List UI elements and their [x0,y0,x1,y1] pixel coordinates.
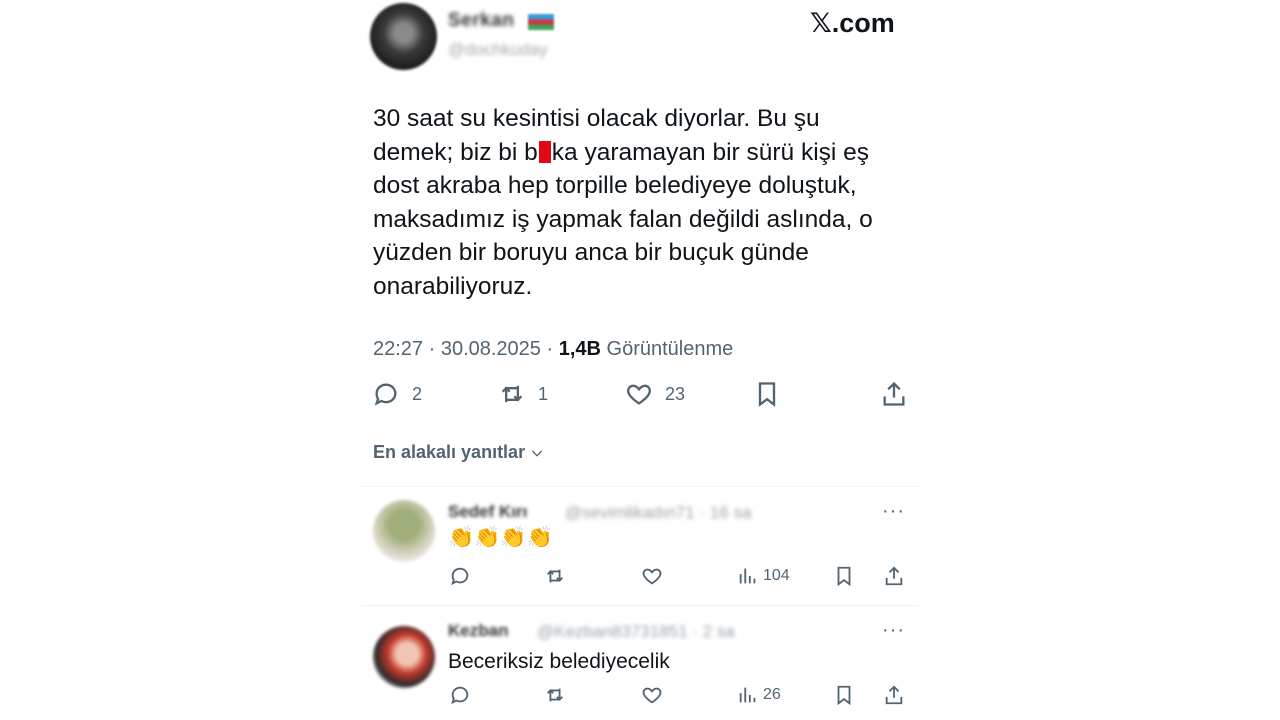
views-count: 104 [763,567,790,584]
reply-actions: 26 [360,684,920,710]
tweet-meta: 22:27 · 30.08.2025 · 1,4B Görüntülenme [373,338,733,361]
reply-button[interactable] [449,684,471,706]
censor-mark [538,140,551,163]
share-icon [883,381,905,406]
reply-count: 2 [412,383,423,404]
share-icon [885,566,903,586]
share-icon [885,685,903,705]
repost-button[interactable] [544,565,566,587]
heart-icon [627,384,651,405]
divider [362,605,918,606]
views-count: 1,4B [558,338,601,360]
tweet-timestamp[interactable]: 22:27 · 30.08.2025 · [373,338,559,360]
divider [362,486,918,487]
azerbaijan-flag-icon [528,14,554,30]
reply-author-handle[interactable]: @Kezban83731851 · 2 sa [537,622,735,642]
reply-sort-label: En alakalı yanıtlar [373,442,526,462]
bookmark-button[interactable] [753,380,781,408]
views-count: 26 [763,686,781,703]
views-label: Görüntülenme [606,338,734,360]
reply-author-handle[interactable]: @sevimlikadın71 · 16 sa [565,503,751,523]
x-logo: 𝕏.com [810,8,895,38]
reply-text: 👏👏👏👏 [448,526,553,549]
author-display-name[interactable]: Serkan [448,10,514,32]
reply-avatar[interactable] [373,626,435,688]
heart-icon [642,568,662,585]
reply-sort-dropdown[interactable]: En alakalı yanıtlar [373,442,545,463]
repost-button[interactable] [544,684,566,706]
bookmark-icon [837,685,851,706]
reply-author-name[interactable]: Kezban [448,621,508,641]
repost-icon [501,385,523,403]
repost-button[interactable]: 1 [498,380,548,408]
reply-avatar[interactable] [373,500,435,562]
share-button[interactable] [883,684,905,706]
author-avatar[interactable] [370,3,437,70]
repost-icon [547,688,563,702]
views-button[interactable]: 104 [737,565,790,587]
reply-icon [451,686,469,705]
tweet-actions: 2 1 23 [360,380,920,416]
reply-author-name[interactable]: Sedef Kırı [448,502,527,522]
chevron-down-icon [531,450,543,457]
heart-icon [642,687,662,704]
bookmark-icon [837,566,851,587]
repost-icon [547,569,563,583]
analytics-icon [739,687,756,703]
repost-count: 1 [538,383,549,404]
more-options-button[interactable]: ··· [882,500,905,523]
like-button[interactable] [641,565,663,587]
like-button[interactable] [641,684,663,706]
reply-text: Beceriksiz belediyecelik [448,650,670,673]
bookmark-icon [758,382,776,407]
reply-icon [451,567,469,586]
author-handle[interactable]: @dochkuday [448,40,548,60]
like-button[interactable]: 23 [625,380,685,408]
reply-icon [374,383,397,406]
bookmark-button[interactable] [833,684,855,706]
analytics-icon [739,568,756,584]
reply-actions: 104 [360,565,920,591]
reply-button[interactable]: 2 [372,380,422,408]
like-count: 23 [665,383,686,404]
bookmark-button[interactable] [833,565,855,587]
more-options-button[interactable]: ··· [882,619,905,642]
share-button[interactable] [883,565,905,587]
tweet-text: 30 saat su kesintisi olacak diyorlar. Bu… [373,102,893,304]
tweet-column: Serkan @dochkuday 𝕏.com 30 saat su kesin… [360,0,920,720]
views-button[interactable]: 26 [737,684,781,706]
share-button[interactable] [880,380,908,408]
reply-button[interactable] [449,565,471,587]
